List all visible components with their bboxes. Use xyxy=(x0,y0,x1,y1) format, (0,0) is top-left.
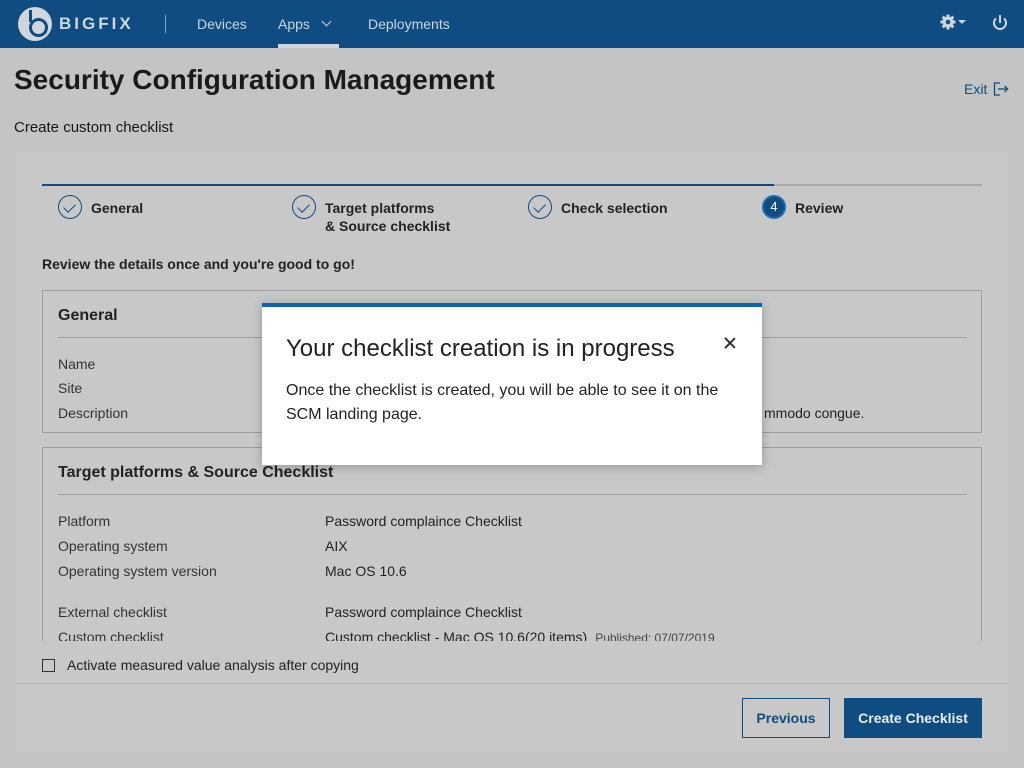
section-divider xyxy=(58,494,967,495)
bigfix-logo[interactable]: BIGFIX xyxy=(18,7,134,41)
name-label: Name xyxy=(58,356,96,372)
previous-button[interactable]: Previous xyxy=(742,698,830,738)
modal-body: Once the checklist is created, you will … xyxy=(286,382,719,423)
description-value: mmodo congue. xyxy=(764,405,865,421)
nav-item-apps[interactable]: Apps xyxy=(278,0,339,48)
os-version-label: Operating system version xyxy=(58,563,217,579)
step-label-line1: Target platforms xyxy=(325,200,435,216)
checkmark-icon xyxy=(528,195,552,219)
custom-checklist-value: Custom checklist - Mac OS 10.6(20 items)… xyxy=(325,629,715,641)
step-target-platforms[interactable]: Target platforms & Source checklist xyxy=(292,195,450,235)
close-icon[interactable] xyxy=(722,335,738,351)
step-general[interactable]: General xyxy=(58,195,143,219)
custom-checklist-label: Custom checklist xyxy=(58,629,164,641)
step-label: Target platforms & Source checklist xyxy=(325,199,450,235)
external-checklist-value: Password complaince Checklist xyxy=(325,604,522,620)
external-checklist-label: External checklist xyxy=(58,604,167,620)
modal-title: Your checklist creation is in progress xyxy=(286,335,675,362)
custom-checklist-name: Custom checklist - Mac OS 10.6(20 items) xyxy=(325,629,588,641)
nav-item-deployments[interactable]: Deployments xyxy=(368,0,450,48)
progress-fill xyxy=(42,184,774,186)
activate-analysis-checkbox[interactable] xyxy=(42,658,55,672)
os-label: Operating system xyxy=(58,538,168,554)
site-label: Site xyxy=(58,380,83,396)
step-label: Check selection xyxy=(561,200,668,216)
activate-analysis-label: Activate measured value analysis after c… xyxy=(67,657,359,673)
exit-icon xyxy=(994,82,1009,96)
page-subtitle: Create custom checklist xyxy=(14,119,174,136)
chevron-down-icon xyxy=(321,16,332,27)
checkmark-icon xyxy=(292,195,316,219)
active-nav-indicator xyxy=(278,44,339,48)
nav-item-devices[interactable]: Devices xyxy=(197,0,247,48)
os-version-value: Mac OS 10.6 xyxy=(325,563,407,579)
nav-divider xyxy=(165,15,166,33)
platform-value: Password complaince Checklist xyxy=(325,513,522,529)
checkmark-icon xyxy=(58,195,82,219)
brand-name: BIGFIX xyxy=(59,14,134,33)
platform-label: Platform xyxy=(58,513,111,529)
published-date: Published: 07/07/2019 xyxy=(595,631,715,641)
step-check-selection[interactable]: Check selection xyxy=(528,195,668,219)
exit-link[interactable]: Exit xyxy=(964,81,1009,97)
page-title: Security Configuration Management xyxy=(14,64,495,95)
step-label: General xyxy=(91,200,144,216)
progress-modal: Your checklist creation is in progress O… xyxy=(262,303,762,465)
footer-divider xyxy=(16,683,1008,684)
create-checklist-button[interactable]: Create Checklist xyxy=(844,698,982,738)
activate-analysis-option[interactable]: Activate measured value analysis after c… xyxy=(42,657,359,673)
target-platforms-section: Target platforms & Source Checklist Plat… xyxy=(42,447,982,641)
power-icon[interactable] xyxy=(991,14,1009,32)
gear-icon[interactable] xyxy=(940,14,968,34)
step-number: 4 xyxy=(762,195,786,219)
review-intro: Review the details once and you're good … xyxy=(42,256,355,272)
os-value: AIX xyxy=(325,538,348,554)
step-label-line2: & Source checklist xyxy=(325,218,451,234)
bigfix-logo-icon xyxy=(18,7,52,41)
step-review[interactable]: 4 Review xyxy=(762,195,843,219)
description-label: Description xyxy=(58,405,129,421)
step-label: Review xyxy=(795,200,844,216)
section-title: Target platforms & Source Checklist xyxy=(58,464,334,481)
top-nav-bar: BIGFIX Devices Apps Deployments xyxy=(0,0,1024,48)
exit-label: Exit xyxy=(964,81,988,97)
nav-item-apps-label: Apps xyxy=(278,16,310,32)
section-title: General xyxy=(58,307,118,324)
